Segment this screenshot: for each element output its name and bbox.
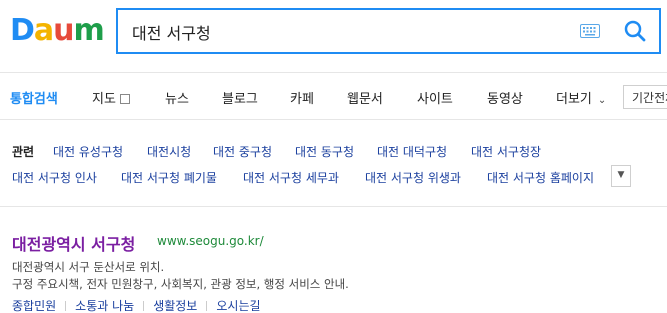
related-link[interactable]: 대전 서구청 위생과 <box>365 169 461 186</box>
header: D a u m <box>0 0 667 72</box>
related-expand-button[interactable]: ▼ <box>611 165 631 187</box>
tab-label: 카페 <box>290 92 314 107</box>
related-link[interactable]: 대전 동구청 <box>295 143 354 160</box>
tab-video[interactable]: 동영상 <box>487 88 523 107</box>
related-link[interactable]: 대전 서구청 홈페이지 <box>487 169 605 186</box>
related-link[interactable]: 대전 유성구청 <box>53 143 123 160</box>
daum-logo[interactable]: D a u m <box>10 13 105 48</box>
tab-label: 사이트 <box>417 92 453 107</box>
sublink-communication[interactable]: 소통과 나눔 <box>75 299 134 313</box>
tab-web-docs[interactable]: 웹문서 <box>347 88 383 107</box>
magnifier-icon[interactable] <box>623 19 647 43</box>
result-title-link[interactable]: 대전광역시 서구청 <box>12 231 135 255</box>
tab-label: 동영상 <box>487 92 523 107</box>
period-dropdown[interactable]: 기간전체 <box>623 85 667 109</box>
related-link[interactable]: 대전 대덕구청 <box>377 143 447 160</box>
map-checkbox[interactable] <box>119 94 130 104</box>
logo-letter: D <box>10 13 35 48</box>
divider <box>206 301 208 311</box>
logo-letter: u <box>53 13 74 48</box>
related-link[interactable]: 대전시청 <box>147 143 191 160</box>
result-sublinks: 종합민원 소통과 나눔 생활정보 오시는길 <box>12 297 261 313</box>
tab-blog[interactable]: 블로그 <box>222 88 258 107</box>
tab-label: 통합검색 <box>10 92 58 107</box>
tab-news[interactable]: 뉴스 <box>165 88 189 107</box>
result-url[interactable]: www.seogu.go.kr/ <box>157 234 264 248</box>
related-link[interactable]: 대전 서구청 세무과 <box>243 169 339 186</box>
related-link[interactable]: 대전 서구청장 <box>471 143 541 160</box>
period-label: 기간전체 <box>632 91 667 105</box>
sublink-civil-service[interactable]: 종합민원 <box>12 299 56 313</box>
tab-label: 지도 <box>92 92 116 107</box>
related-label: 관련 <box>12 145 35 159</box>
search-box <box>116 8 661 54</box>
result-description: 구정 주요시책, 전자 민원창구, 사회복지, 관광 정보, 행정 서비스 안내… <box>12 277 349 291</box>
chevron-down-icon: ▼ <box>617 170 625 180</box>
tab-label: 블로그 <box>222 92 258 107</box>
tab-integrated[interactable]: 통합검색 <box>10 88 58 107</box>
tab-label: 뉴스 <box>165 92 189 107</box>
divider <box>65 301 67 311</box>
logo-letter: a <box>33 13 54 48</box>
related-link[interactable]: 대전 중구청 <box>213 143 272 160</box>
keyboard-icon[interactable] <box>580 24 600 38</box>
result-description: 대전광역시 서구 둔산서로 위치. <box>12 260 165 274</box>
logo-letter: m <box>73 13 105 48</box>
tab-map[interactable]: 지도 <box>92 88 130 107</box>
tab-cafe[interactable]: 카페 <box>290 88 314 107</box>
divider <box>143 301 145 311</box>
sublink-directions[interactable]: 오시는길 <box>216 299 260 313</box>
sublink-living-info[interactable]: 생활정보 <box>153 299 197 313</box>
search-tabs: 통합검색 지도 뉴스 블로그 카페 웹문서 사이트 동영상 더보기 ⌄ 기간전체 <box>0 72 667 120</box>
tab-label: 웹문서 <box>347 92 383 107</box>
related-link[interactable]: 대전 서구청 폐기물 <box>121 169 217 186</box>
tab-sites[interactable]: 사이트 <box>417 88 453 107</box>
tab-more[interactable]: 더보기 ⌄ <box>556 88 606 107</box>
chevron-down-icon: ⌄ <box>597 95 607 106</box>
tab-label: 더보기 <box>556 92 592 107</box>
related-link[interactable]: 대전 서구청 인사 <box>12 169 97 186</box>
related-searches: 관련 대전 유성구청 대전시청 대전 중구청 대전 동구청 대전 대덕구청 대전… <box>0 121 667 207</box>
search-input[interactable] <box>132 18 562 46</box>
